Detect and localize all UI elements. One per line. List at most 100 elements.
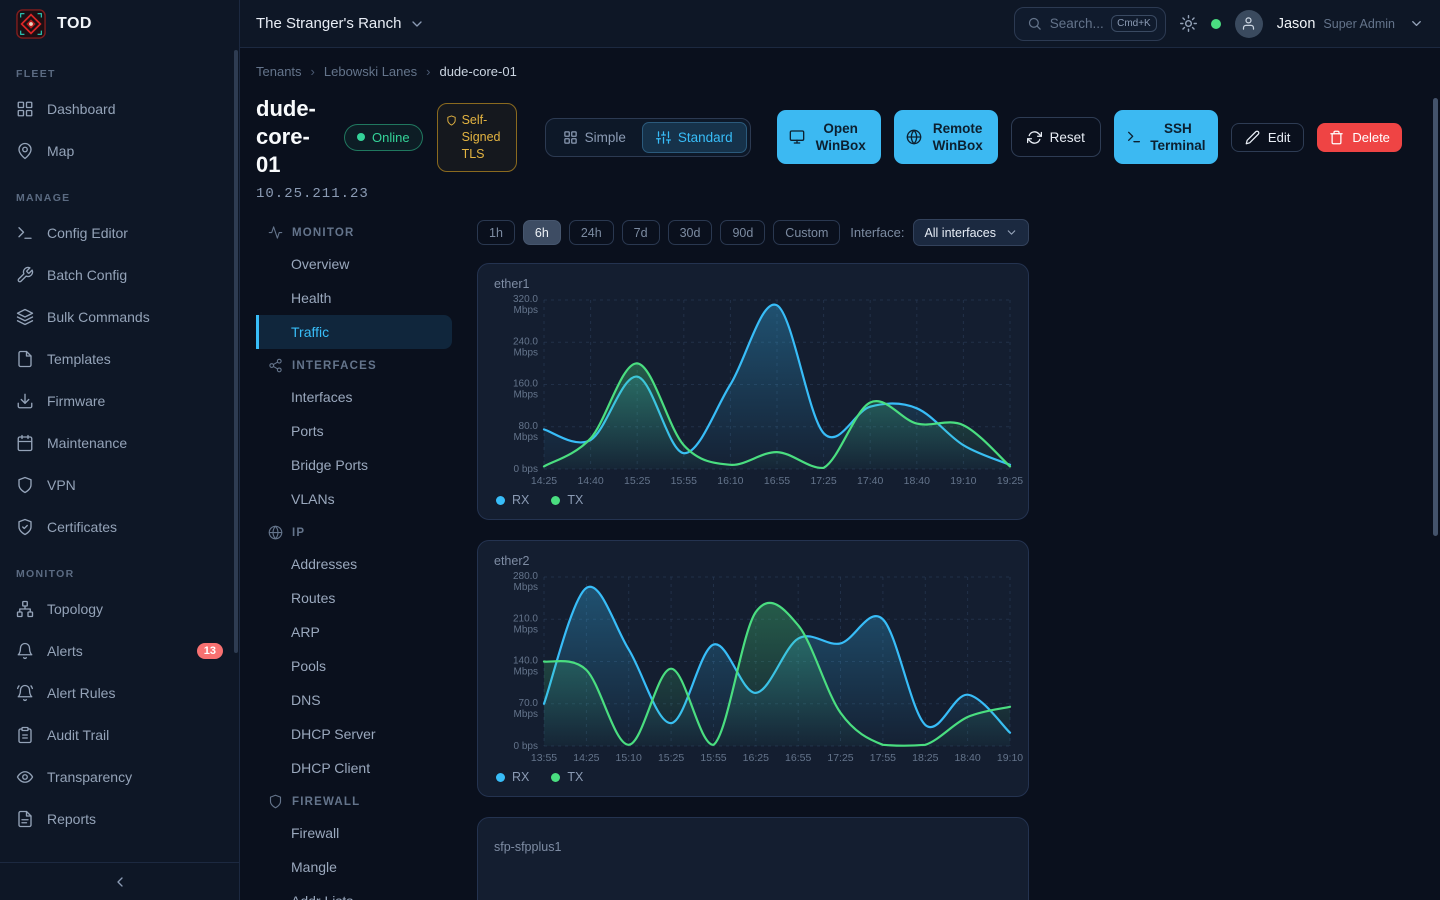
edit-button[interactable]: Edit — [1231, 123, 1304, 152]
subnav-item-routes[interactable]: Routes — [256, 581, 452, 615]
sidebar-item-label: Reports — [47, 811, 96, 827]
interface-select[interactable]: All interfaces — [913, 219, 1029, 246]
subnav-item-vlans[interactable]: VLANs — [256, 482, 452, 516]
user-menu-chevron[interactable] — [1409, 16, 1424, 31]
map-pin-icon — [16, 142, 34, 160]
range-6h-button[interactable]: 6h — [523, 220, 561, 245]
device-subnav: MONITOROverviewHealthTrafficINTERFACESIn… — [256, 214, 452, 900]
legend-rx-dot — [496, 773, 505, 782]
sidebar-item-label: Firmware — [47, 393, 105, 409]
breadcrumb-tenant-name[interactable]: Lebowski Lanes — [324, 64, 417, 79]
sidebar-item-reports[interactable]: Reports — [0, 798, 239, 840]
subnav-item-dns[interactable]: DNS — [256, 683, 452, 717]
sidebar-item-config-editor[interactable]: Config Editor — [0, 212, 239, 254]
search-box[interactable]: Cmd+K — [1014, 7, 1166, 41]
interface-select-value: All interfaces — [924, 226, 996, 240]
reset-button[interactable]: Reset — [1011, 117, 1101, 157]
chart-title: sfp-sfpplus1 — [494, 840, 1012, 854]
sidebar-item-dashboard[interactable]: Dashboard — [0, 88, 239, 130]
legend-rx: RX — [496, 493, 529, 507]
range-30d-button[interactable]: 30d — [668, 220, 713, 245]
sidebar-item-alerts[interactable]: Alerts13 — [0, 630, 239, 672]
svg-text:70.0Mbps: 70.0Mbps — [514, 698, 539, 720]
tod-logo-icon — [16, 9, 46, 39]
sidebar-item-audit-trail[interactable]: Audit Trail — [0, 714, 239, 756]
sidebar-item-label: Config Editor — [47, 225, 128, 241]
sidebar-item-alert-rules[interactable]: Alert Rules — [0, 672, 239, 714]
sidebar-item-bulk-commands[interactable]: Bulk Commands — [0, 296, 239, 338]
svg-text:19:25: 19:25 — [997, 475, 1023, 487]
sidebar-scrollbar[interactable] — [234, 50, 238, 653]
svg-text:13:55: 13:55 — [531, 752, 557, 764]
tls-warning-badge: Self-Signed TLS — [437, 103, 517, 172]
sidebar-item-map[interactable]: Map — [0, 130, 239, 172]
delete-button[interactable]: Delete — [1317, 123, 1402, 152]
subnav-item-arp[interactable]: ARP — [256, 615, 452, 649]
theme-toggle-button[interactable] — [1180, 15, 1197, 32]
sidebar-item-maintenance[interactable]: Maintenance — [0, 422, 239, 464]
sidebar-item-label: Batch Config — [47, 267, 127, 283]
chart-card-ether2: ether2280.0Mbps210.0Mbps140.0Mbps70.0Mbp… — [477, 540, 1029, 797]
subnav-item-ports[interactable]: Ports — [256, 414, 452, 448]
sidebar-item-label: VPN — [47, 477, 76, 493]
online-status-label: Online — [372, 130, 410, 145]
breadcrumb-current: dude-core-01 — [439, 64, 516, 79]
subnav-item-dhcp-client[interactable]: DHCP Client — [256, 751, 452, 785]
avatar[interactable] — [1235, 10, 1263, 38]
subnav-item-interfaces[interactable]: Interfaces — [256, 380, 452, 414]
shield-icon — [268, 794, 283, 809]
sidebar-item-vpn[interactable]: VPN — [0, 464, 239, 506]
range-7d-button[interactable]: 7d — [622, 220, 660, 245]
subnav-section-label: FIREWALL — [292, 796, 360, 808]
ssh-terminal-button[interactable]: SSH Terminal — [1114, 110, 1218, 164]
chev-down-icon — [409, 16, 425, 32]
sidebar-item-templates[interactable]: Templates — [0, 338, 239, 380]
sidebar-item-label: Map — [47, 143, 74, 159]
subnav-item-health[interactable]: Health — [256, 281, 452, 315]
bell-icon — [16, 642, 34, 660]
brand[interactable]: TOD — [0, 0, 239, 48]
breadcrumb-tenants[interactable]: Tenants — [256, 64, 302, 79]
sidebar-item-transparency[interactable]: Transparency — [0, 756, 239, 798]
subnav-item-addr-lists[interactable]: Addr Lists — [256, 884, 452, 900]
sidebar-item-certificates[interactable]: Certificates — [0, 506, 239, 548]
button-label: SSH Terminal — [1150, 120, 1206, 154]
subnav-item-mangle[interactable]: Mangle — [256, 850, 452, 884]
sidebar-item-label: Alert Rules — [47, 685, 115, 701]
subnav-item-pools[interactable]: Pools — [256, 649, 452, 683]
shield-icon — [16, 476, 34, 494]
subnav-item-firewall[interactable]: Firewall — [256, 816, 452, 850]
sidebar-collapse-button[interactable] — [0, 862, 239, 900]
device-ip: 10.25.211.23 — [256, 186, 1440, 202]
tenant-selector[interactable]: The Stranger's Ranch — [256, 15, 425, 32]
range-1h-button[interactable]: 1h — [477, 220, 515, 245]
subnav-item-dhcp-server[interactable]: DHCP Server — [256, 717, 452, 751]
sidebar-item-topology[interactable]: Topology — [0, 588, 239, 630]
subnav-item-traffic[interactable]: Traffic — [256, 315, 452, 349]
subnav-item-addresses[interactable]: Addresses — [256, 547, 452, 581]
chart-legend: RXTX — [494, 763, 1012, 788]
tenant-name: The Stranger's Ranch — [256, 15, 401, 32]
range-90d-button[interactable]: 90d — [720, 220, 765, 245]
svg-text:19:10: 19:10 — [997, 752, 1023, 764]
clipboard-icon — [16, 726, 34, 744]
sidebar-item-firmware[interactable]: Firmware — [0, 380, 239, 422]
subnav-item-bridge-ports[interactable]: Bridge Ports — [256, 448, 452, 482]
view-mode-simple[interactable]: Simple — [549, 122, 640, 153]
time-range-group: 1h 6h 24h 7d 30d 90d Custom — [477, 220, 848, 245]
connection-status-dot — [1211, 19, 1221, 29]
svg-text:14:25: 14:25 — [531, 475, 557, 487]
content-scrollbar[interactable] — [1433, 98, 1438, 536]
sidebar-item-batch-config[interactable]: Batch Config — [0, 254, 239, 296]
subnav-item-overview[interactable]: Overview — [256, 247, 452, 281]
search-input[interactable] — [1050, 16, 1103, 31]
view-mode-standard[interactable]: Standard — [642, 122, 747, 153]
grid-icon — [16, 100, 34, 118]
svg-text:14:25: 14:25 — [573, 752, 599, 764]
open-winbox-button[interactable]: Open WinBox — [777, 110, 881, 164]
svg-text:17:55: 17:55 — [870, 752, 896, 764]
page-content: Tenants Lebowski Lanes dude-core-01 dude… — [240, 48, 1440, 900]
range-custom-button[interactable]: Custom — [773, 220, 840, 245]
remote-winbox-button[interactable]: Remote WinBox — [894, 110, 998, 164]
range-24h-button[interactable]: 24h — [569, 220, 614, 245]
